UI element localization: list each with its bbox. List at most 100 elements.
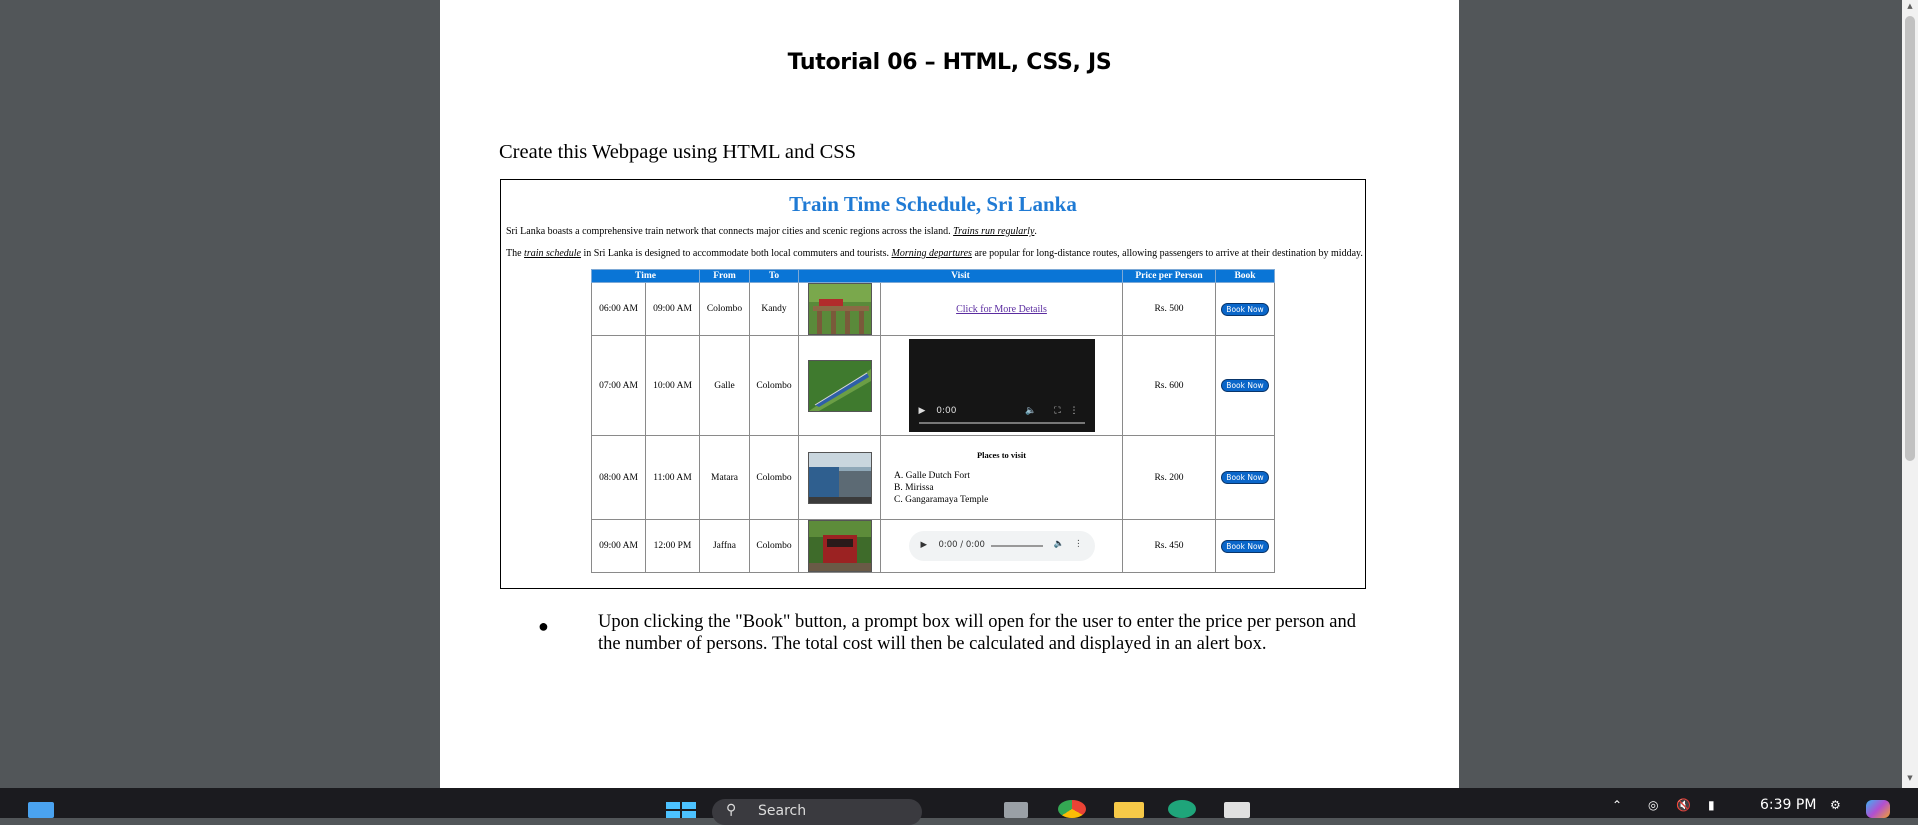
morning-departures-link[interactable]: Morning departures — [891, 248, 971, 259]
header-time: Time — [591, 269, 700, 283]
depart-time: 09:00 AM — [591, 519, 646, 573]
places-title: Places to visit — [976, 449, 1027, 460]
play-icon[interactable]: ▶ — [921, 540, 928, 550]
book-cell: Book Now — [1215, 435, 1275, 520]
train-schedule-link[interactable]: train schedule — [524, 248, 581, 259]
photo-cell — [798, 519, 881, 573]
header-book: Book — [1215, 269, 1275, 283]
table-row: 07:00 AM 10:00 AM Galle Colombo ▶ 0:00 🔈… — [591, 335, 1275, 436]
trains-run-link[interactable]: Trains run regularly — [953, 226, 1034, 237]
book-cell: Book Now — [1215, 335, 1275, 436]
vertical-scrollbar[interactable]: ▲ ▼ — [1902, 0, 1918, 788]
volume-icon[interactable]: 🔈 — [1054, 539, 1065, 549]
place-item: B. Mirissa — [894, 482, 934, 493]
book-now-button[interactable]: Book Now — [1221, 302, 1269, 316]
more-options-icon[interactable]: ⋮ — [1070, 406, 1079, 416]
book-cell: Book Now — [1215, 282, 1275, 336]
photo-cell — [798, 335, 881, 436]
taskbar: ⚲ Search ⌃ ◎ 🔇 ▮ 6:39 PM ⚙ — [0, 788, 1918, 825]
document-heading: Create this Webpage using HTML and CSS — [499, 141, 857, 163]
video-time: 0:00 — [936, 406, 957, 416]
video-player[interactable]: ▶ 0:00 🔈 ⛶ ⋮ — [908, 339, 1095, 432]
to-station: Colombo — [749, 335, 799, 436]
place-item: C. Gangaramaya Temple — [894, 494, 989, 505]
audio-progress-bar[interactable] — [990, 545, 1043, 547]
store-icon[interactable] — [1224, 802, 1250, 818]
fullscreen-icon[interactable]: ⛶ — [1054, 406, 1060, 416]
from-station: Colombo — [699, 282, 750, 336]
bullet-icon: ● — [538, 616, 549, 636]
book-cell: Book Now — [1215, 519, 1275, 573]
intro-end: . — [1034, 226, 1037, 237]
to-station: Colombo — [749, 519, 799, 573]
webpage-title: Train Time Schedule, Sri Lanka — [789, 192, 1077, 216]
arrive-time: 09:00 AM — [645, 282, 700, 336]
arrive-time: 10:00 AM — [645, 335, 700, 436]
scroll-thumb[interactable] — [1905, 16, 1915, 461]
instruction-text: Upon clicking the "Book" button, a promp… — [598, 612, 1357, 654]
schedule-text-middle: in Sri Lanka is designed to accommodate … — [583, 248, 889, 259]
header-from: From — [699, 269, 750, 283]
video-progress-bar[interactable] — [918, 422, 1085, 424]
task-view-icon[interactable] — [1004, 802, 1028, 818]
header-to: To — [749, 269, 799, 283]
chevron-up-icon[interactable]: ⌃ — [1612, 798, 1622, 813]
arrive-time: 11:00 AM — [645, 435, 700, 520]
battery-icon[interactable]: ▮ — [1708, 798, 1715, 813]
blue-train-image — [807, 359, 872, 412]
schedule-table: Time From To Visit Price per Person Book… — [591, 269, 1275, 573]
header-visit: Visit — [798, 269, 1123, 283]
place-item: A. Galle Dutch Fort — [894, 470, 970, 481]
edge-icon[interactable] — [1168, 800, 1196, 818]
arrive-time: 12:00 PM — [645, 519, 700, 573]
document-title: Tutorial 06 – HTML, CSS, JS — [787, 50, 1112, 75]
volume-icon[interactable]: 🔈 — [1025, 406, 1036, 416]
visit-cell: ▶ 0:00 🔈 ⛶ ⋮ — [880, 335, 1123, 436]
audio-time: 0:00 / 0:00 — [938, 540, 985, 550]
visit-cell: ▶ 0:00 / 0:00 🔈 ⋮ — [880, 519, 1123, 573]
places-list: A. Galle Dutch Fort B. Mirissa C. Gangar… — [881, 470, 1122, 506]
price-cell: Rs. 600 — [1122, 335, 1216, 436]
pdf-page: Tutorial 06 – HTML, CSS, JS Create this … — [440, 0, 1459, 788]
scroll-down-icon[interactable]: ▼ — [1905, 774, 1915, 786]
book-now-button[interactable]: Book Now — [1221, 379, 1269, 392]
bridge-train-image — [807, 283, 872, 335]
copilot-icon[interactable] — [1866, 800, 1890, 818]
search-placeholder: Search — [758, 803, 807, 819]
intro-text: Sri Lanka boasts a comprehensive train n… — [506, 226, 951, 237]
widgets-icon[interactable] — [28, 802, 54, 818]
volume-mute-icon[interactable]: 🔇 — [1676, 798, 1691, 813]
audio-player[interactable]: ▶ 0:00 / 0:00 🔈 ⋮ — [908, 531, 1095, 561]
depart-time: 07:00 AM — [591, 335, 646, 436]
file-explorer-icon[interactable] — [1114, 802, 1144, 818]
start-icon[interactable] — [666, 802, 696, 818]
photo-cell — [798, 435, 881, 520]
schedule-text-end: are popular for long-distance routes, al… — [974, 248, 1363, 259]
from-station: Matara — [699, 435, 750, 520]
schedule-text-start: The — [506, 248, 522, 259]
table-row: 06:00 AM 09:00 AM Colombo Kandy Click fo… — [591, 282, 1275, 336]
from-station: Galle — [699, 335, 750, 436]
from-station: Jaffna — [699, 519, 750, 573]
more-options-icon[interactable]: ⋮ — [1074, 539, 1083, 549]
more-details-link[interactable]: Click for More Details — [956, 304, 1047, 315]
notifications-icon[interactable]: ⚙ — [1830, 798, 1841, 813]
table-row: 08:00 AM 11:00 AM Matara Colombo Places … — [591, 435, 1275, 520]
clock[interactable]: 6:39 PM — [1760, 797, 1816, 813]
to-station: Colombo — [749, 435, 799, 520]
play-icon[interactable]: ▶ — [919, 406, 926, 416]
search-icon: ⚲ — [726, 802, 737, 818]
book-now-button[interactable]: Book Now — [1221, 471, 1269, 484]
price-cell: Rs. 500 — [1122, 282, 1216, 336]
scroll-up-icon[interactable]: ▲ — [1905, 2, 1915, 14]
chrome-icon[interactable] — [1058, 800, 1086, 818]
intro-paragraph: Sri Lanka boasts a comprehensive train n… — [506, 226, 1037, 237]
station-train-image — [807, 451, 872, 504]
book-now-button[interactable]: Book Now — [1221, 539, 1269, 553]
taskbar-search[interactable]: ⚲ Search — [712, 799, 922, 825]
instruction-bullet: ● Upon clicking the "Book" button, a pro… — [538, 611, 1358, 655]
wifi-icon[interactable]: ◎ — [1648, 798, 1658, 813]
depart-time: 06:00 AM — [591, 282, 646, 336]
webpage-screenshot-frame: Train Time Schedule, Sri Lanka Sri Lanka… — [500, 179, 1366, 589]
table-header-row: Time From To Visit Price per Person Book — [591, 269, 1275, 283]
